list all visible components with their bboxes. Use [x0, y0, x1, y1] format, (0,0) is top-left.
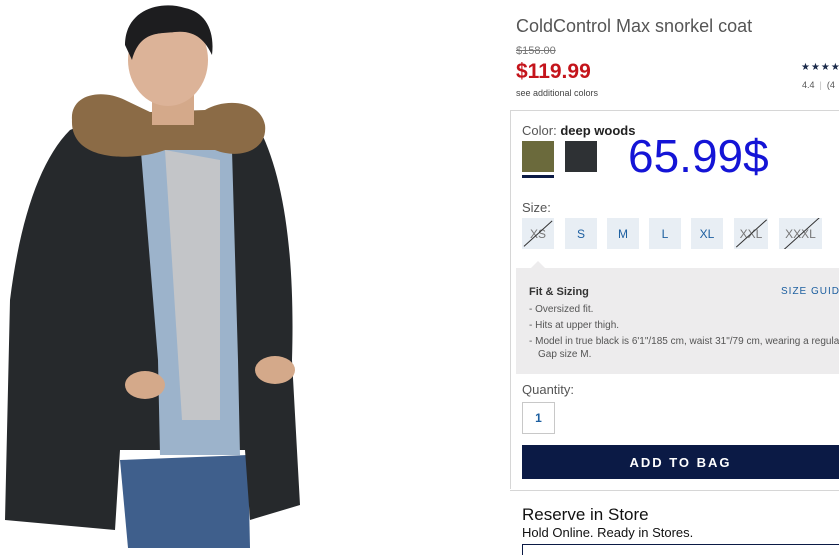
rating-value: 4.4 [802, 80, 815, 90]
size-option-xl[interactable]: XL [691, 218, 723, 249]
product-photo [0, 0, 312, 548]
original-price: $158.00 [516, 45, 556, 57]
quantity-label: Quantity: [522, 382, 575, 397]
product-title: ColdControl Max snorkel coat [516, 16, 753, 36]
size-option-m[interactable]: M [607, 218, 639, 249]
fit-title: Fit & Sizing [529, 286, 589, 298]
fit-detail-item: - Oversized fit. [529, 304, 594, 315]
selected-color-name: deep woods [560, 123, 636, 138]
rating-summary[interactable]: 4.4 | (4 [802, 80, 835, 90]
fit-detail-item: - Model in true black is 6'1"/185 cm, wa… [529, 336, 839, 360]
see-additional-colors-link[interactable]: see additional colors [516, 88, 598, 98]
color-swatch-deep-woods[interactable] [522, 141, 554, 172]
color-label: Color: deep woods [522, 123, 635, 138]
reserve-in-store-title: Reserve in Store [522, 505, 649, 524]
fit-details-list: - Oversized fit. - Hits at upper thigh. … [529, 303, 839, 364]
color-swatch-true-black[interactable] [565, 141, 597, 172]
size-option-xs[interactable]: XS [522, 218, 554, 249]
size-guide-link[interactable]: SIZE GUID [781, 286, 839, 297]
size-option-s[interactable]: S [565, 218, 597, 249]
size-option-xxl[interactable]: XXL [734, 218, 768, 249]
selected-swatch-indicator [522, 175, 554, 178]
section-divider [510, 490, 839, 491]
overlay-price-annotation: 65.99$ [628, 130, 769, 182]
size-label: Size: [522, 200, 551, 215]
quantity-input[interactable]: 1 [522, 402, 555, 434]
fit-detail-item: - Hits at upper thigh. [529, 320, 620, 331]
color-label-text: Color: [522, 123, 557, 138]
review-count: (4 [826, 80, 835, 90]
size-option-l[interactable]: L [649, 218, 681, 249]
rating-stars-icon[interactable]: ★★★★ [801, 62, 839, 73]
sale-price: $119.99 [516, 60, 591, 83]
reserve-in-store-panel[interactable] [522, 544, 839, 555]
add-to-bag-button[interactable]: ADD TO BAG [522, 445, 839, 479]
reserve-in-store-subtitle: Hold Online. Ready in Stores. [522, 525, 694, 540]
size-option-xxxl[interactable]: XXXL [779, 218, 822, 249]
